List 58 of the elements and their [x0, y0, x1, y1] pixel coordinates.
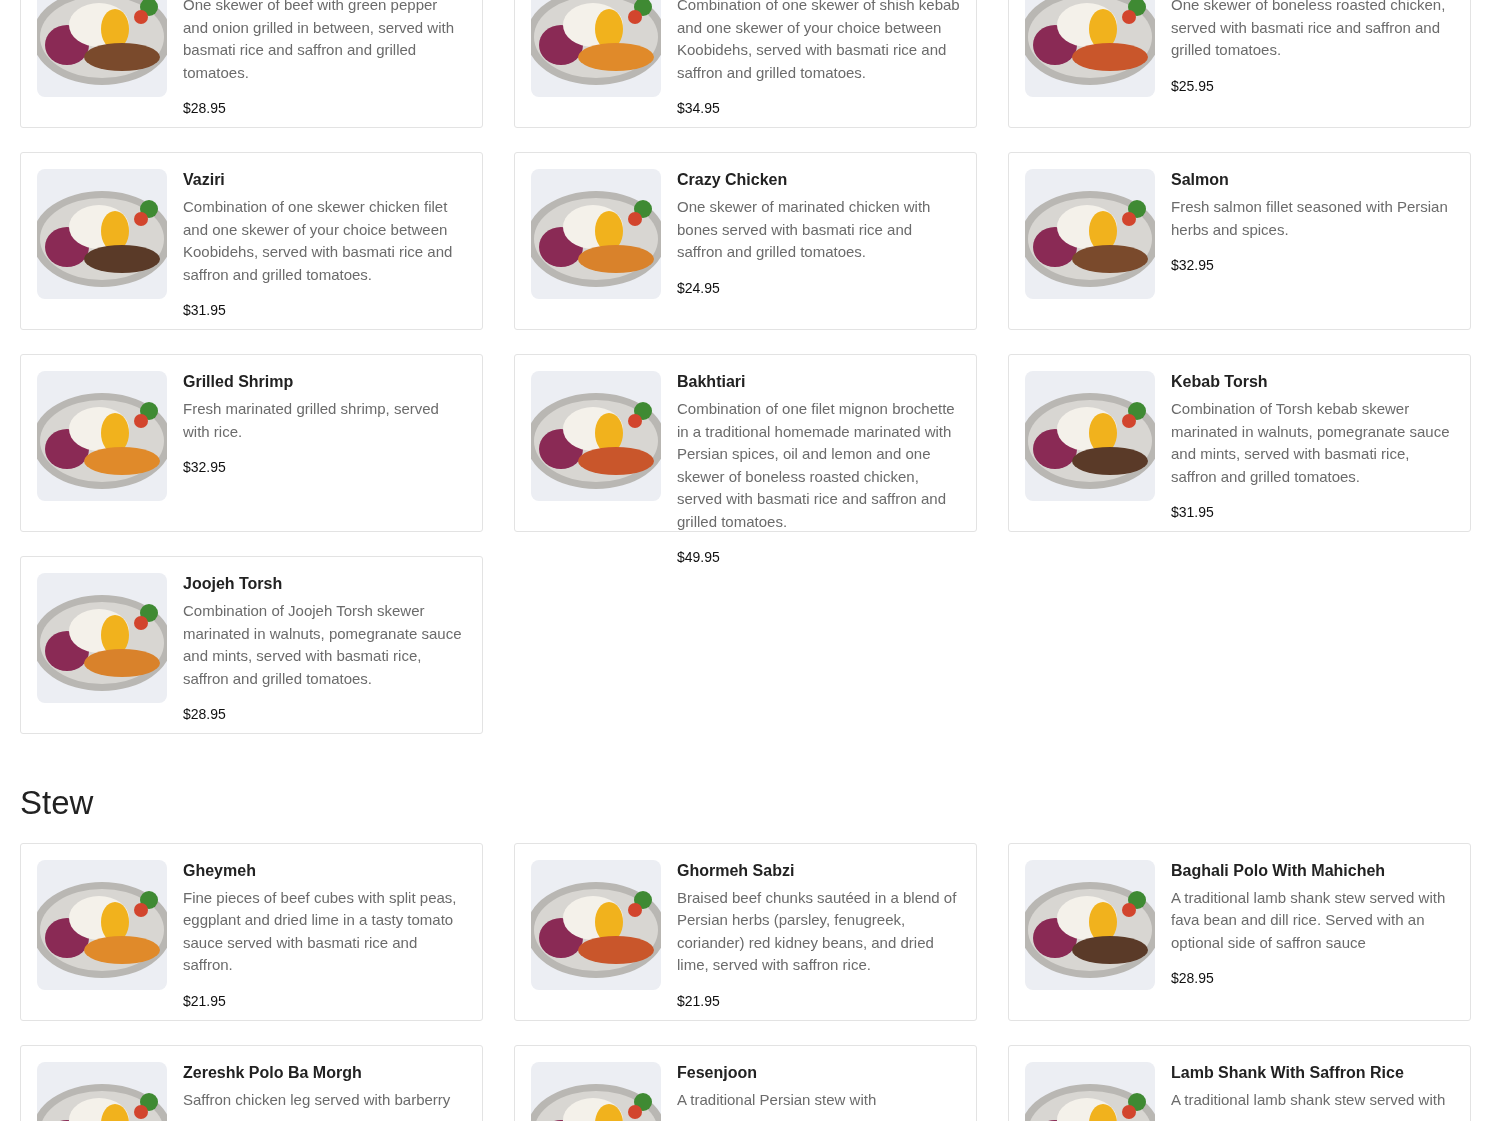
- menu-item-card[interactable]: Fesenjoon A traditional Persian stew with: [514, 1044, 977, 1121]
- item-name: Joojeh Torsh: [183, 574, 284, 594]
- section-heading: Stew: [20, 783, 95, 823]
- menu-item-card[interactable]: Joojeh Torsh Combination of Joojeh Torsh skewer marinated in walnuts, pomegranate sauce and mints, served with basmati rice, saffron and grilled tomatoes. $28.95: [20, 556, 483, 734]
- item-description: Combination of Torsh kebab skewer marinated in walnuts, pomegranate sauce and mints, served with basmati rice, saffron and grilled tomatoes.: [1171, 399, 1451, 487]
- item-description: Combination of one skewer chicken filet and one skewer of your choice between Koobidehs, served with basmati rice and saffron and grilled tomatoes.: [183, 197, 454, 285]
- item-name: Grilled Shrimp: [183, 372, 295, 392]
- item-description: A traditional lamb shank stew served with fava bean and dill rice. Served with an optional side of saffron sauce: [1171, 887, 1447, 953]
- item-name: Gheymeh: [183, 860, 257, 881]
- item-description: Saffron chicken leg served with barberry: [183, 1089, 452, 1110]
- item-name: Lamb Shank With Saffron Rice: [1171, 1062, 1405, 1083]
- menu-item-card[interactable]: Crazy Chicken One skewer of marinated chicken with bones served with basmati rice and saffron and grilled tomatoes. $24.95: [514, 152, 977, 330]
- item-name: Salmon: [1171, 170, 1230, 190]
- menu-item-card[interactable]: Combination of one skewer of shish kebab and one skewer of your choice between Koobidehs, served with basmati rice and saffron and grilled tomatoes. $34.95: [514, 0, 977, 128]
- menu-item-card[interactable]: One skewer of boneless roasted chicken, served with basmati rice and saffron and grilled tomatoes. $25.95: [1008, 0, 1471, 128]
- item-description: Braised beef chunks sautéed in a blend of Persian herbs (parsley, fenugreek, coriander) red kidney beans, and dried lime, served with saffron rice.: [677, 887, 958, 976]
- item-price: $28.95: [183, 706, 227, 722]
- item-price: $21.95: [677, 992, 721, 1009]
- item-description: A traditional Persian stew with: [677, 1089, 878, 1110]
- item-price: $24.95: [677, 279, 721, 296]
- menu-item-card[interactable]: Kebab Torsh Combination of Torsh kebab skewer marinated in walnuts, pomegranate sauce and mints, served with basmati rice, saffron and grilled tomatoes. $31.95: [1008, 354, 1471, 532]
- item-price: $49.95: [677, 549, 721, 565]
- item-description: Fine pieces of beef cubes with split peas, eggplant and dried lime in a tasty tomato sauce served with basmati rice and saffron.: [183, 887, 458, 976]
- menu-item-card[interactable]: Lamb Shank With Saffron Rice A traditional lamb shank stew served with: [1008, 1044, 1471, 1121]
- item-name: Crazy Chicken: [677, 170, 789, 190]
- item-description: Combination of one skewer of shish kebab and one skewer of your choice between Koobidehs, served with basmati rice and saffron and grilled tomatoes.: [677, 0, 960, 83]
- item-description: Fresh salmon fillet seasoned with Persian herbs and spices.: [1171, 197, 1449, 240]
- item-description: Fresh marinated grilled shrimp, served with rice.: [183, 399, 440, 442]
- item-description: Combination of one filet mignon brochette in a traditional homemade marinated with Persian spices, oil and lemon and one skewer of boneless roasted chicken, served with basmati rice and saffron and grilled tomatoes.: [677, 399, 956, 532]
- menu-item-card[interactable]: Grilled Shrimp Fresh marinated grilled shrimp, served with rice. $32.95: [20, 354, 483, 532]
- item-description: One skewer of beef with green pepper and onion grilled in between, served with basmati rice and saffron and grilled tomatoes.: [183, 0, 455, 83]
- item-price: $21.95: [183, 992, 227, 1009]
- menu-item-card[interactable]: Ghormeh Sabzi Braised beef chunks sautéed in a blend of Persian herbs (parsley, fenugreek, coriander) red kidney beans, and dried lime, served with saffron rice. $21.95: [514, 842, 977, 1021]
- menu-item-card[interactable]: Gheymeh Fine pieces of beef cubes with split peas, eggplant and dried lime in a tasty tomato sauce served with basmati rice and saffron. $21.95: [20, 842, 483, 1021]
- item-price: $34.95: [677, 100, 721, 116]
- item-name: Fesenjoon: [677, 1062, 758, 1083]
- item-price: $31.95: [183, 302, 227, 318]
- item-price: $32.95: [1171, 257, 1215, 273]
- item-description: One skewer of boneless roasted chicken, served with basmati rice and saffron and grilled tomatoes.: [1171, 0, 1447, 60]
- menu-item-card[interactable]: Salmon Fresh salmon fillet seasoned with Persian herbs and spices. $32.95: [1008, 152, 1471, 330]
- menu-item-card[interactable]: Vaziri Combination of one skewer chicken filet and one skewer of your choice between Koobidehs, served with basmati rice and saffron and grilled tomatoes. $31.95: [20, 152, 483, 330]
- item-description: One skewer of marinated chicken with bones served with basmati rice and saffron and grilled tomatoes.: [677, 197, 932, 262]
- item-name: Zereshk Polo Ba Morgh: [183, 1062, 363, 1083]
- item-price: $32.95: [183, 459, 227, 475]
- item-description: Combination of Joojeh Torsh skewer marinated in walnuts, pomegranate sauce and mints, served with basmati rice, saffron and grilled tomatoes.: [183, 601, 463, 689]
- item-name: Baghali Polo With Mahicheh: [1171, 860, 1387, 881]
- item-price: $31.95: [1171, 504, 1215, 520]
- item-price: $28.95: [183, 100, 227, 116]
- item-name: Kebab Torsh: [1171, 372, 1269, 392]
- menu-item-card[interactable]: One skewer of beef with green pepper and onion grilled in between, served with basmati rice and saffron and grilled tomatoes. $28.95: [20, 0, 483, 128]
- item-price: $25.95: [1171, 77, 1215, 94]
- item-description: A traditional lamb shank stew served with: [1171, 1089, 1447, 1110]
- menu-item-card[interactable]: Baghali Polo With Mahicheh A traditional lamb shank stew served with fava bean and dill rice. Served with an optional side of saffron sauce $28.95: [1008, 842, 1471, 1021]
- menu-item-card[interactable]: Zereshk Polo Ba Morgh Saffron chicken leg served with barberry: [20, 1044, 483, 1121]
- item-price: $28.95: [1171, 970, 1215, 987]
- item-name: Vaziri: [183, 170, 226, 190]
- item-name: Bakhtiari: [677, 372, 747, 392]
- item-name: Ghormeh Sabzi: [677, 860, 796, 881]
